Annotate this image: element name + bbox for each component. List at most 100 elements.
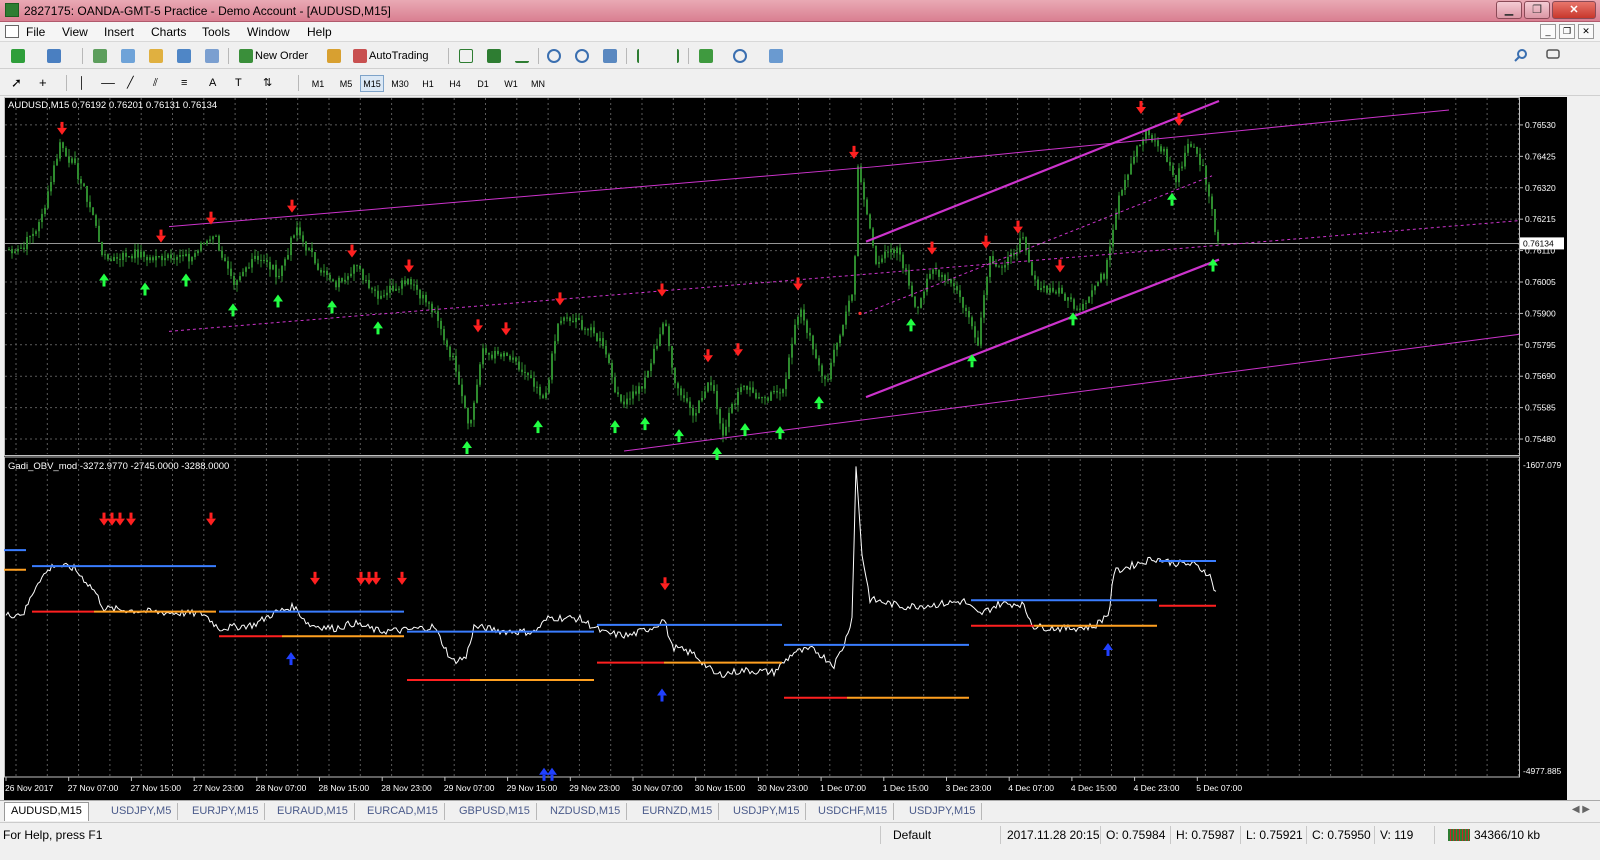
candle-body	[809, 332, 811, 336]
cursor-icon[interactable]: ➚	[10, 74, 30, 92]
arrow-shaft	[1016, 220, 1020, 227]
zoom-in-icon[interactable]	[544, 47, 564, 65]
search-icon[interactable]	[1514, 48, 1528, 62]
candle-body	[464, 396, 466, 408]
timeframe-mn[interactable]: MN	[526, 75, 550, 92]
candle-body	[752, 387, 754, 393]
price-label: 0.76215	[1525, 214, 1556, 224]
zoom-out-icon[interactable]	[572, 47, 592, 65]
candlestick-chart-icon[interactable]	[484, 47, 504, 65]
tab-gbpusd-m15[interactable]: GBPUSD,M15	[453, 803, 537, 820]
metaeditor-icon[interactable]	[324, 47, 344, 65]
tab-nzdusd-m15[interactable]: NZDUSD,M15	[544, 803, 628, 820]
maximize-button[interactable]: ❐	[1524, 1, 1550, 19]
menu-help[interactable]: Help	[307, 25, 332, 39]
tab-euraud-m15[interactable]: EURAUD,M15	[271, 803, 355, 820]
indicator-buy-arrow-icon	[286, 652, 296, 666]
candle-body	[929, 273, 931, 279]
templates-icon[interactable]	[766, 47, 786, 65]
candle-body	[770, 392, 772, 401]
candle-body	[1190, 143, 1192, 147]
new-order-button[interactable]: New Order	[236, 47, 322, 65]
text-label-icon[interactable]: T	[234, 74, 254, 92]
close-button[interactable]: ✕	[1552, 1, 1596, 19]
arrow-head	[547, 767, 557, 775]
tab-scroll-arrows[interactable]: ◀ ▶	[1572, 804, 1590, 815]
menu-window[interactable]: Window	[247, 25, 290, 39]
crosshair-icon[interactable]: +	[38, 74, 58, 92]
indicators-icon[interactable]	[696, 47, 716, 65]
timeframe-w1[interactable]: W1	[499, 75, 523, 92]
price-chart[interactable]: 0.765300.764250.763200.762150.761100.760…	[4, 97, 1567, 800]
arrow-shaft	[677, 436, 681, 443]
mdi-minimize-button[interactable]: _	[1540, 24, 1556, 39]
arrow-head	[273, 294, 283, 302]
tab-usdjpy-m15-2[interactable]: USDJPY,M15	[903, 803, 983, 820]
menu-tools[interactable]: Tools	[202, 25, 230, 39]
line-chart-icon[interactable]	[512, 47, 532, 65]
timeframe-m30[interactable]: M30	[388, 75, 412, 92]
status-help: For Help, press F1	[3, 828, 103, 842]
fibonacci-icon[interactable]: ≡	[180, 74, 200, 92]
text-icon[interactable]: A	[208, 74, 228, 92]
auto-scroll-icon[interactable]	[634, 47, 654, 65]
time-label: 29 Nov 23:00	[569, 783, 620, 793]
connection-status-icon[interactable]	[1448, 829, 1470, 841]
menu-file[interactable]: File	[26, 25, 45, 39]
candle-body	[1166, 148, 1168, 162]
trendline-icon[interactable]: ╱	[126, 74, 146, 92]
candle-body	[1160, 146, 1162, 152]
candle-body	[449, 346, 451, 357]
equidistant-channel-icon[interactable]: ⫽	[152, 74, 172, 92]
timeframe-h1[interactable]: H1	[416, 75, 440, 92]
candle-body	[125, 252, 127, 257]
horizontal-line-icon[interactable]	[98, 74, 118, 92]
strategy-tester-icon[interactable]	[202, 47, 222, 65]
new-chart-button[interactable]	[8, 47, 28, 65]
market-watch-icon[interactable]	[90, 47, 110, 65]
menu-insert[interactable]: Insert	[104, 25, 134, 39]
minimize-button[interactable]: ▁	[1496, 1, 1522, 19]
menu-view[interactable]: View	[62, 25, 88, 39]
menu-charts[interactable]: Charts	[151, 25, 186, 39]
timeframe-m1[interactable]: M1	[306, 75, 330, 92]
mdi-restore-button[interactable]: ❐	[1559, 24, 1575, 39]
mdi-close-button[interactable]: ✕	[1578, 24, 1594, 39]
tab-usdchf-m15[interactable]: USDCHF,M15	[812, 803, 895, 820]
candle-body	[806, 320, 808, 333]
tab-eurnzd-m15[interactable]: EURNZD,M15	[636, 803, 720, 820]
arrow-head	[740, 423, 750, 431]
candle-body	[173, 258, 175, 260]
sell-arrow-icon	[287, 199, 297, 213]
candle-body	[917, 306, 919, 308]
tile-windows-icon[interactable]	[600, 47, 620, 65]
candle-body	[1181, 166, 1183, 169]
terminal-icon[interactable]	[174, 47, 194, 65]
autotrading-button[interactable]: AutoTrading	[350, 47, 442, 65]
menu-bar: File View Insert Charts Tools Window Hel…	[0, 22, 1600, 42]
tab-audusd-m15[interactable]: AUDUSD,M15	[4, 802, 89, 821]
profiles-button[interactable]	[44, 47, 64, 65]
timeframe-m15[interactable]: M15	[360, 75, 384, 92]
chart-window[interactable]: 0.76530 0.76425 0.76320 0.76215 0.76110 0.760…	[4, 97, 1567, 800]
periods-icon[interactable]	[730, 47, 750, 65]
arrow-shaft	[376, 328, 380, 335]
arrows-icon[interactable]: ⇅	[262, 74, 282, 92]
timeframe-h4[interactable]: H4	[443, 75, 467, 92]
timeframe-m5[interactable]: M5	[334, 75, 358, 92]
tab-eurjpy-m15[interactable]: EURJPY,M15	[186, 803, 266, 820]
navigator-icon[interactable]	[146, 47, 166, 65]
candle-body	[32, 233, 34, 237]
tab-usdjpy-m5[interactable]: USDJPY,M5	[105, 803, 179, 820]
mdi-controls: _ ❐ ✕	[1540, 24, 1594, 39]
vertical-line-icon[interactable]	[72, 74, 92, 92]
data-window-icon[interactable]	[118, 47, 138, 65]
tab-usdjpy-m15[interactable]: USDJPY,M15	[727, 803, 807, 820]
chart-shift-icon[interactable]	[662, 47, 682, 65]
bar-chart-icon[interactable]	[456, 47, 476, 65]
chat-icon[interactable]	[1546, 48, 1560, 62]
candle-body	[203, 243, 205, 245]
tab-eurcad-m15[interactable]: EURCAD,M15	[361, 803, 445, 820]
timeframe-d1[interactable]: D1	[471, 75, 495, 92]
candle-body	[17, 248, 19, 252]
